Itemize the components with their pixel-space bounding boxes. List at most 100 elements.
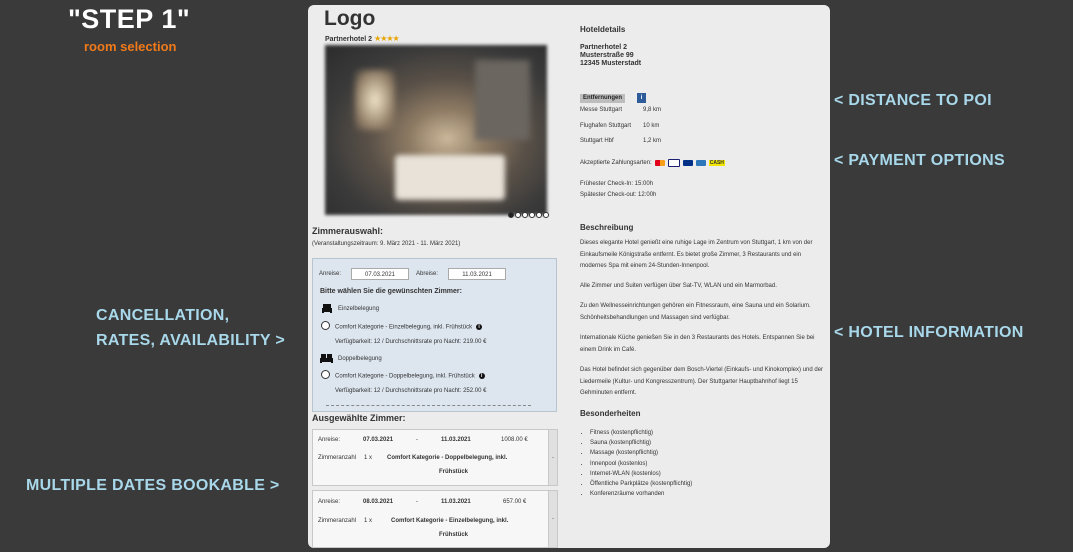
card-from-date: 07.03.2021	[363, 437, 394, 443]
card-room-name-line1: Comfort Kategorie - Doppelbelegung, inkl…	[387, 455, 508, 461]
address-line: 12345 Musterstadt	[580, 60, 642, 67]
note-hotel-info: < HOTEL INFORMATION	[834, 324, 1024, 341]
card-to-date: 11.03.2021	[441, 499, 471, 505]
cash-icon: CASH	[708, 160, 725, 166]
room-option-double[interactable]: Comfort Kategorie - Doppelbelegung, inkl…	[335, 373, 485, 380]
card-price: 1008.00 €	[501, 437, 528, 443]
card-qty: 1 x	[364, 518, 373, 524]
feature-item: Sauna (kostenpflichtig)	[590, 438, 692, 448]
room-availability-double: Verfügbarkeit: 12 / Durchschnittsrate pr…	[335, 388, 487, 394]
distance-value: 10 km	[643, 123, 660, 129]
room-option-single-label: Comfort Kategorie - Einzelbelegung, inkl…	[335, 324, 473, 331]
card-count-label: Zimmeranzahl	[318, 455, 357, 461]
description-paragraph: Internationale Küche genießen Sie in den…	[580, 335, 815, 353]
arrival-label: Anreise:	[319, 271, 342, 277]
star-rating-icon: ★★★★	[374, 34, 400, 43]
distances-info-icon[interactable]: i	[637, 93, 646, 103]
carousel-dot[interactable]	[508, 212, 514, 218]
booking-screen: Logo Partnerhotel 2 ★★★★ Zimmerauswahl: …	[308, 5, 830, 548]
room-type-double: Doppelbelegung	[338, 356, 382, 362]
selected-room-card: Anreise: 07.03.2021 - 11.03.2021 1008.00…	[312, 429, 558, 486]
distances-badge: Entfernungen	[580, 94, 625, 103]
selected-rooms-heading: Ausgewählte Zimmer:	[312, 413, 406, 423]
card-count-label: Zimmeranzahl	[318, 518, 357, 524]
departure-label: Abreise:	[416, 271, 439, 277]
checkout-time: Spätester Check-out: 12:00h	[580, 192, 657, 198]
description-paragraph: Dieses elegante Hotel genießt eine ruhig…	[580, 240, 813, 269]
note-multiple-dates: MULTIPLE DATES BOOKABLE >	[26, 477, 280, 494]
card-dash: -	[416, 499, 418, 505]
card-from-date: 08.03.2021	[363, 499, 394, 505]
info-icon[interactable]: i	[476, 324, 483, 330]
address-line: Musterstraße 99	[580, 52, 634, 59]
distance-value: 1,2 km	[643, 138, 662, 144]
divider	[326, 405, 531, 406]
room-availability-single: Verfügbarkeit: 12 / Durchschnittsrate pr…	[335, 339, 487, 345]
hotel-name: Partnerhotel 2	[325, 36, 373, 43]
features-heading: Besonderheiten	[580, 409, 641, 418]
description-paragraph: Das Hotel befindet sich gegenüber dem Bo…	[580, 367, 824, 396]
room-prompt: Bitte wählen Sie die gewünschten Zimmer:	[320, 288, 462, 295]
card-price: 657.00 €	[503, 499, 527, 505]
carousel-dot[interactable]	[543, 212, 549, 218]
card-to-date: 11.03.2021	[441, 437, 471, 443]
carousel-dot[interactable]	[522, 212, 528, 218]
single-bed-icon	[322, 304, 332, 313]
carousel-dot[interactable]	[536, 212, 542, 218]
room-selection-form: Anreise: 07.03.2021 Abreise: 11.03.2021 …	[312, 258, 557, 412]
hotel-address: Partnerhotel 2 Musterstraße 99 12345 Mus…	[580, 44, 641, 68]
room-type-single: Einzelbelegung	[338, 306, 380, 312]
card-room-name-line1: Comfort Kategorie - Einzelbelegung, inkl…	[391, 518, 509, 524]
feature-item: Öffentliche Parkplätze (kostenpflichtig)	[590, 479, 692, 489]
description-heading: Beschreibung	[580, 223, 634, 232]
carousel-dot[interactable]	[529, 212, 535, 218]
room-option-radio-single[interactable]	[321, 321, 330, 330]
card-qty: 1 x	[364, 455, 373, 461]
description-paragraph: Zu den Wellnesseinrichtungen gehören ein…	[580, 303, 811, 321]
step-title: "STEP 1"	[68, 4, 191, 34]
distance-value: 9,8 km	[643, 107, 662, 113]
features-list: Fitness (kostenpflichtig) Sauna (kostenp…	[584, 428, 692, 499]
room-option-single[interactable]: Comfort Kategorie - Einzelbelegung, inkl…	[335, 324, 483, 331]
visa-icon	[667, 159, 680, 167]
remove-room-button[interactable]: -	[548, 491, 557, 547]
room-option-double-label: Comfort Kategorie - Doppelbelegung, inkl…	[335, 373, 475, 380]
paypal-icon	[682, 160, 693, 166]
carousel-dots	[508, 212, 549, 218]
payment-options: Akzeptierte Zahlungsarten: CASH	[580, 159, 725, 167]
distance-place: Stuttgart Hbf	[580, 138, 614, 144]
feature-item: Innenpool (kostenlos)	[590, 459, 692, 469]
step-subtitle: room selection	[84, 39, 177, 54]
note-cancellation-line1: CANCELLATION,	[96, 307, 230, 324]
departure-date-input[interactable]: 11.03.2021	[448, 268, 506, 280]
note-distance: < DISTANCE TO POI	[834, 92, 992, 109]
feature-item: Fitness (kostenpflichtig)	[590, 428, 692, 438]
feature-item: Massage (kostenpflichtig)	[590, 448, 692, 458]
distance-place: Flughafen Stuttgart	[580, 123, 632, 129]
hotel-photo[interactable]	[325, 45, 547, 215]
hotel-name-line: Partnerhotel 2 ★★★★	[325, 34, 400, 43]
arrival-date-input[interactable]: 07.03.2021	[351, 268, 409, 280]
feature-item: Internet-WLAN (kostenlos)	[590, 469, 692, 479]
remove-room-button[interactable]: -	[548, 430, 557, 485]
hoteldetails-heading: Hoteldetails	[580, 25, 626, 34]
amex-icon	[695, 160, 706, 166]
note-payment: < PAYMENT OPTIONS	[834, 152, 1005, 169]
note-cancellation: CANCELLATION, RATES, AVAILABILITY >	[96, 303, 285, 353]
payment-label: Akzeptierte Zahlungsarten:	[580, 160, 652, 166]
address-line: Partnerhotel 2	[580, 44, 628, 51]
double-bed-icon	[320, 354, 333, 363]
room-option-radio-double[interactable]	[321, 370, 330, 379]
card-dash: -	[416, 437, 418, 443]
hotel-logo: Logo	[324, 7, 376, 30]
checkin-time: Frühester Check-In: 15:00h	[580, 181, 654, 187]
distance-place: Messe Stuttgart	[580, 107, 623, 113]
note-cancellation-line2: RATES, AVAILABILITY >	[96, 332, 285, 349]
carousel-dot[interactable]	[515, 212, 521, 218]
card-arrival-label: Anreise:	[318, 437, 341, 443]
event-period: (Veranstaltungszeitraum: 9. März 2021 - …	[312, 241, 461, 247]
remove-symbol: -	[552, 454, 554, 461]
info-icon[interactable]: i	[478, 373, 485, 379]
selected-room-card: Anreise: 08.03.2021 - 11.03.2021 657.00 …	[312, 490, 558, 548]
remove-symbol: -	[552, 516, 554, 522]
